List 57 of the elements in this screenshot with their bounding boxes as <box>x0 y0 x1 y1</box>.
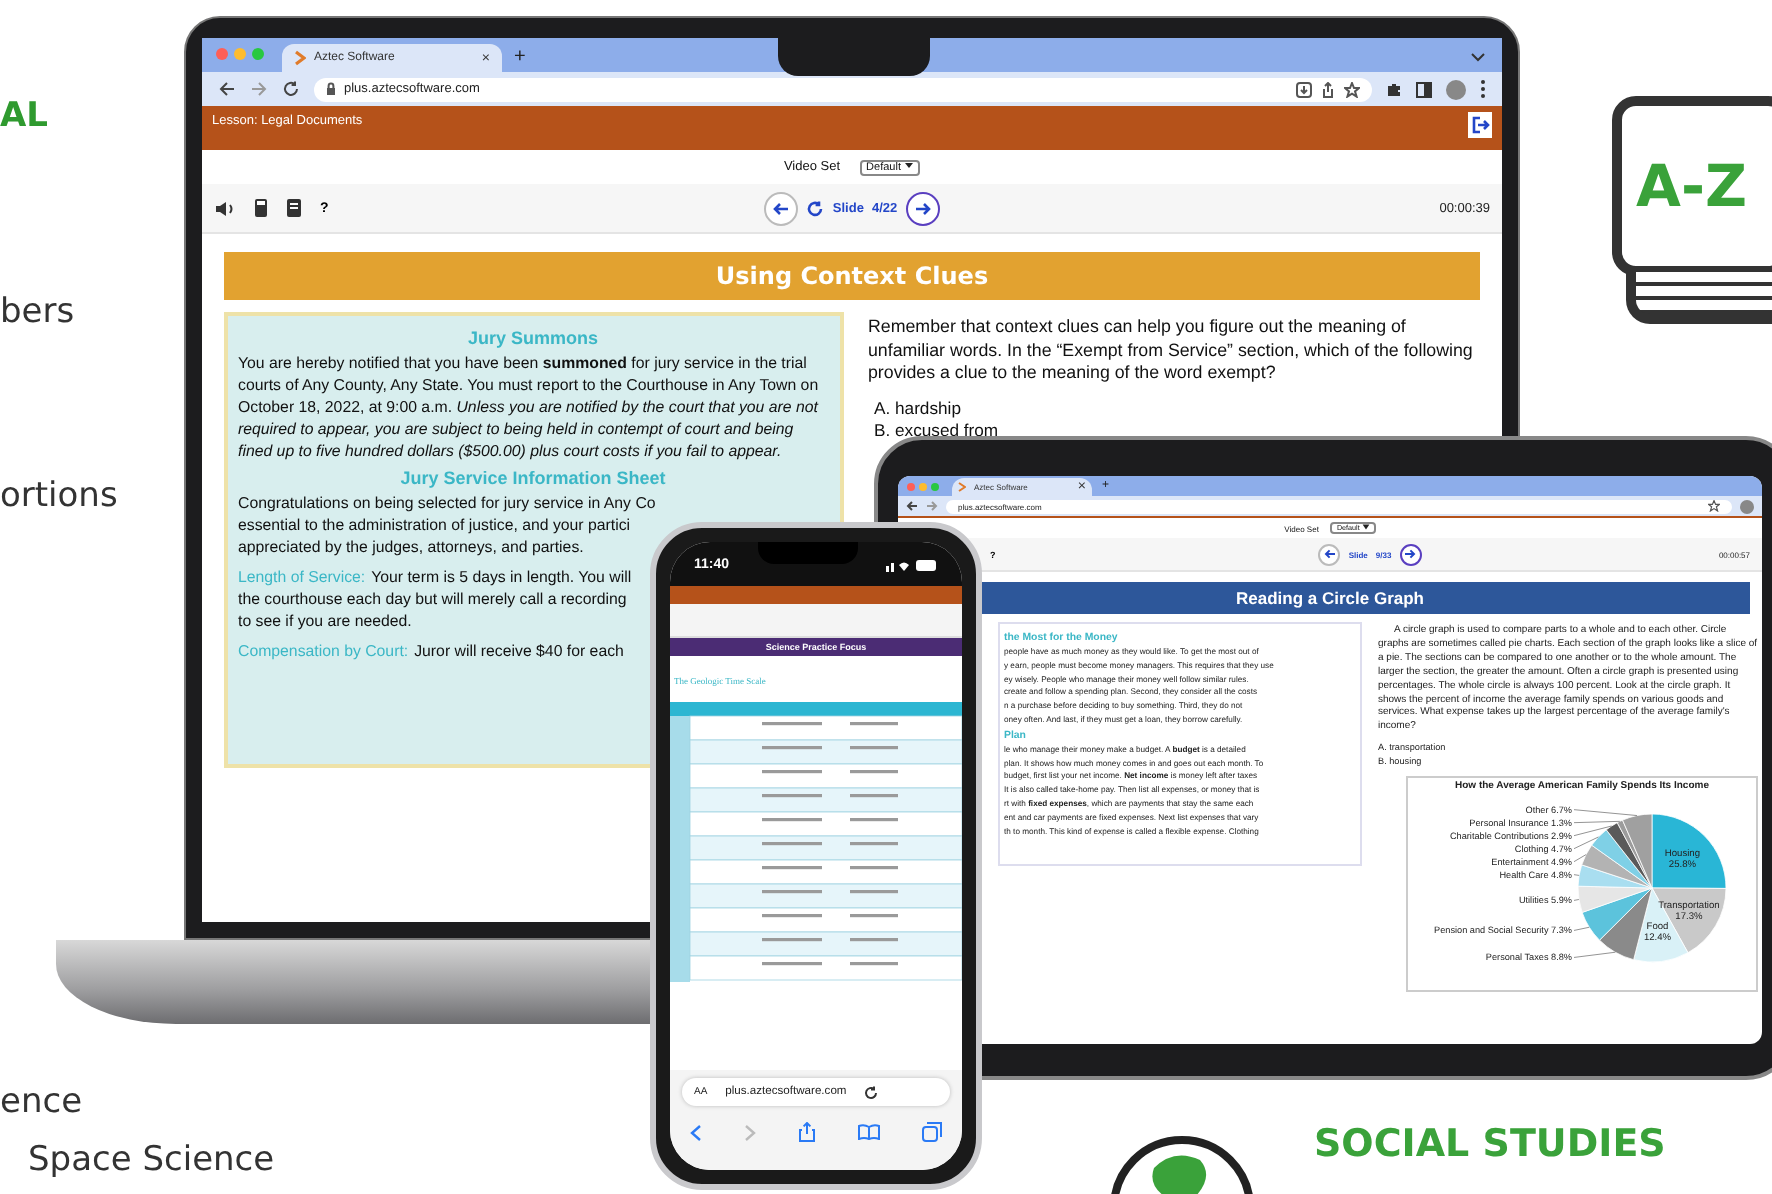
dynamic-island <box>758 542 858 564</box>
arrow-right-icon <box>1404 548 1417 560</box>
leader-line <box>1573 854 1587 863</box>
next-slide-button[interactable] <box>905 191 940 225</box>
arrow-left-icon <box>772 199 791 217</box>
caret-icon <box>1361 524 1370 530</box>
back-icon[interactable] <box>218 80 236 98</box>
bookmarks-icon[interactable] <box>858 1124 880 1140</box>
back-icon[interactable] <box>690 1123 702 1141</box>
puzzle-icon[interactable] <box>1386 81 1402 97</box>
slide-title-banner: Using Context Clues <box>224 252 1480 300</box>
answer-option[interactable]: A. hardship <box>868 397 1480 420</box>
previous-slide-button[interactable] <box>764 191 799 225</box>
share-icon[interactable] <box>798 1122 816 1142</box>
cropped-text: AL <box>0 96 48 136</box>
exit-button[interactable] <box>1468 112 1492 138</box>
caret-icon <box>904 161 915 169</box>
leader-line <box>1573 899 1580 902</box>
star-icon[interactable] <box>1344 81 1360 97</box>
reload-icon[interactable] <box>282 80 300 98</box>
leader-line <box>1573 874 1580 877</box>
subject-title: SOCIAL STUDIES <box>1314 1122 1666 1166</box>
new-tab-button[interactable]: + <box>514 46 526 68</box>
question-text: Remember that context clues can help you figure out the meaning of unfamiliar words. In the “Exempt from Service” section, which of the following provides a clue to the meaning of the word exempt? <box>868 316 1475 386</box>
chevron-down-icon[interactable] <box>1470 52 1486 62</box>
cropped-text: Space Science <box>28 1140 275 1180</box>
status-icons <box>886 557 938 571</box>
passage-heading: Jury Summons <box>465 328 601 348</box>
lock-icon <box>326 82 336 96</box>
chevron-logo-icon <box>294 50 306 66</box>
chevron-logo-icon <box>958 482 966 492</box>
speaker-icon[interactable] <box>214 199 236 217</box>
previous-slide-button[interactable] <box>1318 543 1341 565</box>
tabs-icon[interactable] <box>922 1122 942 1142</box>
next-slide-button[interactable] <box>1399 543 1422 565</box>
book-icon[interactable] <box>286 198 302 218</box>
sidebar-icon[interactable] <box>1416 81 1432 97</box>
share-icon[interactable] <box>1320 81 1336 97</box>
profile-avatar-icon[interactable] <box>1740 499 1754 513</box>
cropped-text: ence <box>0 1082 83 1122</box>
refresh-icon[interactable] <box>806 199 825 217</box>
arrow-left-icon <box>1323 548 1336 560</box>
cropped-text: ortions <box>0 476 118 516</box>
download-icon[interactable] <box>1296 81 1312 97</box>
star-icon[interactable] <box>1708 500 1720 512</box>
leader-line <box>1573 952 1616 959</box>
back-icon[interactable] <box>906 500 918 512</box>
cropped-text: bers <box>0 292 75 332</box>
leader-line <box>1573 927 1590 932</box>
arrow-right-icon <box>913 199 932 217</box>
calculator-icon[interactable] <box>254 198 268 218</box>
passage-heading: Jury Service Information Sheet <box>398 468 668 488</box>
profile-avatar-icon[interactable] <box>1446 79 1466 99</box>
reload-icon[interactable] <box>864 1085 879 1099</box>
leader-line <box>1573 809 1638 817</box>
more-menu-icon[interactable] <box>1480 80 1486 98</box>
answer-option[interactable]: B. excused from <box>868 419 1480 442</box>
